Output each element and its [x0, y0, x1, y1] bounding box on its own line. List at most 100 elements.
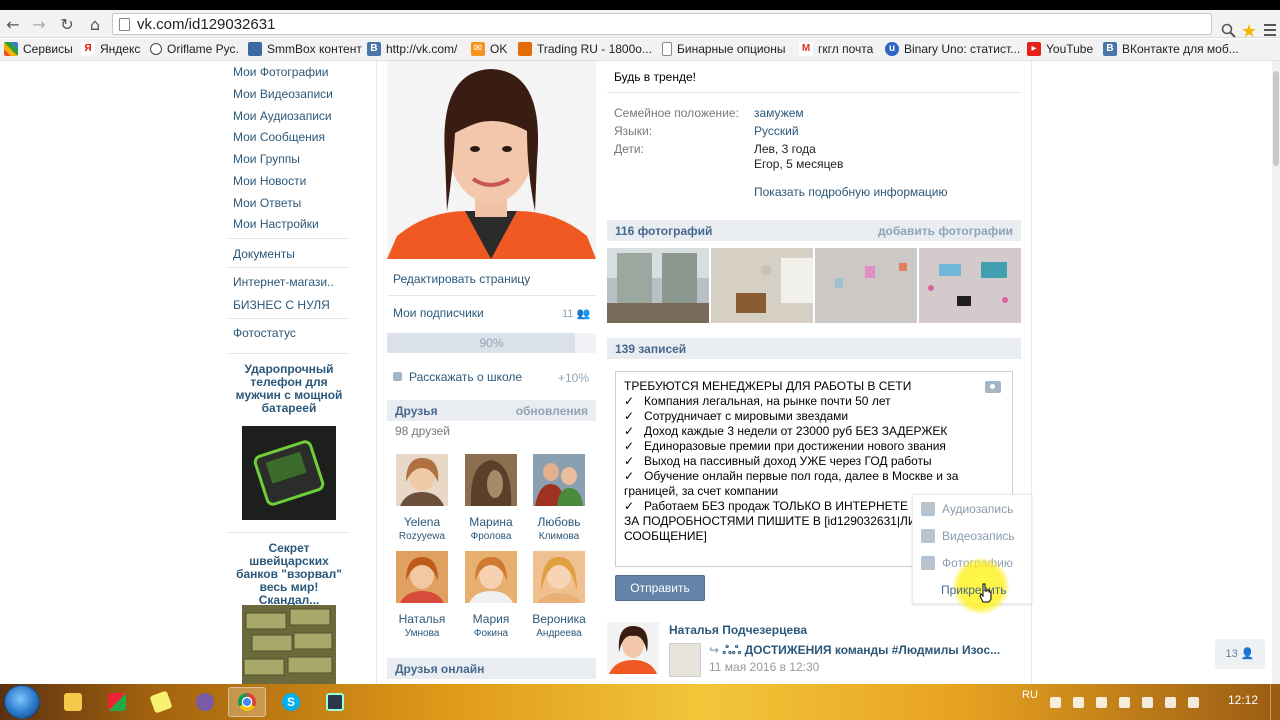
network-icon[interactable] [1096, 697, 1107, 708]
taskbar-skype[interactable]: S [272, 687, 310, 717]
photo-thumbnail[interactable] [607, 248, 709, 323]
viber-icon [196, 693, 214, 711]
bookmark-item[interactable]: B ВКонтакте для моб... [1103, 42, 1239, 56]
post-attachment-thumbnail[interactable] [669, 643, 701, 677]
action-center-icon[interactable] [1119, 697, 1130, 708]
bookmark-item[interactable]: Trading RU - 1800о... [518, 42, 652, 56]
bookmark-item[interactable]: ✉ OK [471, 42, 507, 56]
window-top-edge [0, 0, 1280, 10]
bookmark-label: YouTube [1046, 42, 1094, 56]
tray-arrow-icon[interactable] [1050, 697, 1061, 708]
friend-first-name: Yelena [403, 515, 441, 529]
ad-title[interactable]: Секрет швейцарских банков "взорвал" весь… [228, 542, 350, 607]
wall-header[interactable]: 139 записей [607, 338, 1021, 359]
menu-documents[interactable]: Документы [233, 247, 295, 261]
doc-icon [662, 42, 672, 56]
page-scrollbar[interactable] [1272, 61, 1280, 684]
post-date[interactable]: 11 мая 2016 в 12:30 [709, 660, 819, 674]
scrollbar-thumb[interactable] [1273, 71, 1279, 166]
address-bar[interactable]: vk.com/id129032631 [112, 13, 1212, 35]
online-counter[interactable]: 13 👤 [1215, 639, 1265, 669]
start-button[interactable] [4, 685, 40, 719]
friend-card[interactable]: Yelena Rozyyewa [387, 454, 457, 542]
menu-internet-shop[interactable]: Интернет-магази.. [233, 275, 334, 289]
language-indicator[interactable]: RU [1022, 689, 1038, 701]
apps-icon [4, 42, 18, 56]
bookmark-item[interactable]: SmmBox контент [248, 42, 362, 56]
taskbar-explorer[interactable] [54, 687, 92, 717]
menu-business[interactable]: БИЗНЕС С НУЛЯ [233, 298, 330, 312]
friend-card[interactable]: Марина Фролова [456, 454, 526, 542]
friends-updates-link[interactable]: обновления [516, 404, 588, 418]
bookmark-item[interactable]: ▸ YouTube [1027, 42, 1093, 56]
friends-online-header[interactable]: Друзья онлайн [387, 658, 596, 679]
photo-thumbnail[interactable] [919, 248, 1021, 323]
skype-icon: S [282, 693, 300, 711]
camera-icon[interactable] [985, 381, 1001, 393]
bookmark-label: OK [490, 42, 508, 56]
menu-my-news[interactable]: Мои Новости [233, 174, 306, 188]
school-bonus: +10% [558, 371, 590, 385]
home-icon[interactable]: ⌂ [84, 14, 106, 34]
chrome-menu-icon[interactable] [1264, 24, 1276, 39]
bookmark-item[interactable]: Я Яндекс [81, 42, 140, 56]
chrome-icon [238, 693, 256, 711]
back-icon[interactable]: ← [2, 14, 24, 34]
friend-card[interactable]: Вероника Андреева [524, 551, 594, 639]
bookmark-item[interactable]: Бинарные опционы [662, 42, 786, 56]
system-clock[interactable]: 12:12 [1228, 693, 1258, 707]
friend-card[interactable]: Наталья Умнова [387, 551, 457, 639]
bookmark-item[interactable]: Oriflame Рус. [150, 42, 239, 56]
attach-button[interactable]: Прикрепить [941, 583, 1007, 597]
friend-first-name: Мария [472, 612, 510, 626]
profile-avatar[interactable] [387, 61, 596, 259]
recorder-icon [326, 693, 344, 711]
volume-icon[interactable] [1073, 697, 1084, 708]
profile-status[interactable]: Будь в тренде! [614, 70, 696, 84]
menu-my-videos[interactable]: Мои Видеозаписи [233, 87, 333, 101]
taskbar-chrome[interactable] [228, 687, 266, 717]
post-author-name[interactable]: Наталья Подчезерцева [669, 623, 807, 637]
attach-video-item[interactable]: Видеозапись [921, 528, 1015, 544]
vk-icon: B [367, 42, 381, 56]
power-icon[interactable] [1142, 697, 1153, 708]
bookmark-label: Trading RU - 1800о... [537, 42, 652, 56]
menu-my-messages[interactable]: Мои Сообщения [233, 130, 325, 144]
photos-header[interactable]: 116 фотографий добавить фотографии [607, 220, 1021, 241]
friends-header[interactable]: Друзья обновления [387, 400, 596, 421]
more-info-link[interactable]: Показать подробную информацию [754, 185, 948, 199]
attach-audio-item[interactable]: Аудиозапись [921, 501, 1013, 517]
taskbar-notes[interactable] [142, 687, 180, 717]
wifi-icon[interactable] [1188, 697, 1199, 708]
menu-my-groups[interactable]: Мои Группы [233, 152, 300, 166]
menu-my-audio[interactable]: Мои Аудиозаписи [233, 109, 332, 123]
bookmark-label: Яндекс [100, 42, 141, 56]
friend-card[interactable]: Мария Фокина [456, 551, 526, 639]
menu-my-answers[interactable]: Мои Ответы [233, 196, 301, 210]
ad-money-image[interactable] [242, 605, 336, 684]
post-text[interactable]: ↪ ஃஃ ДОСТИЖЕНИЯ команды #Людмилы Изос... [709, 643, 1000, 659]
photo-thumbnail[interactable] [815, 248, 917, 323]
ad-title[interactable]: Ударопрочный телефон для мужчин с мощной… [228, 363, 350, 415]
photo-thumbnail[interactable] [711, 248, 813, 323]
ad-phone-image[interactable] [242, 426, 336, 520]
post-author-avatar[interactable] [607, 622, 659, 674]
menu-my-settings[interactable]: Мои Настройки [233, 217, 319, 231]
taskbar-paint[interactable] [98, 687, 136, 717]
bookmark-item[interactable]: Bhttp://vk.com/ [367, 42, 457, 56]
send-button[interactable]: Отправить [615, 575, 705, 601]
menu-my-photos[interactable]: Мои Фотографии [233, 65, 328, 79]
forward-icon[interactable]: → [28, 14, 50, 34]
reload-icon[interactable]: ↻ [56, 14, 78, 34]
taskbar-viber[interactable] [186, 687, 224, 717]
menu-photostatus[interactable]: Фотостатус [233, 326, 296, 340]
bookmark-item[interactable]: Сервисы [4, 42, 73, 56]
edit-page-link[interactable]: Редактировать страницу [393, 272, 602, 286]
show-desktop-button[interactable] [1270, 684, 1280, 720]
bookmark-item[interactable]: Mгкгл почта [799, 42, 873, 56]
bookmark-item[interactable]: u Binary Uno: статист... [885, 42, 1020, 56]
add-photos-link[interactable]: добавить фотографии [878, 224, 1013, 238]
taskbar-recorder[interactable] [316, 687, 354, 717]
friend-card[interactable]: Любовь Климова [524, 454, 594, 542]
tray-app-icon[interactable] [1165, 697, 1176, 708]
